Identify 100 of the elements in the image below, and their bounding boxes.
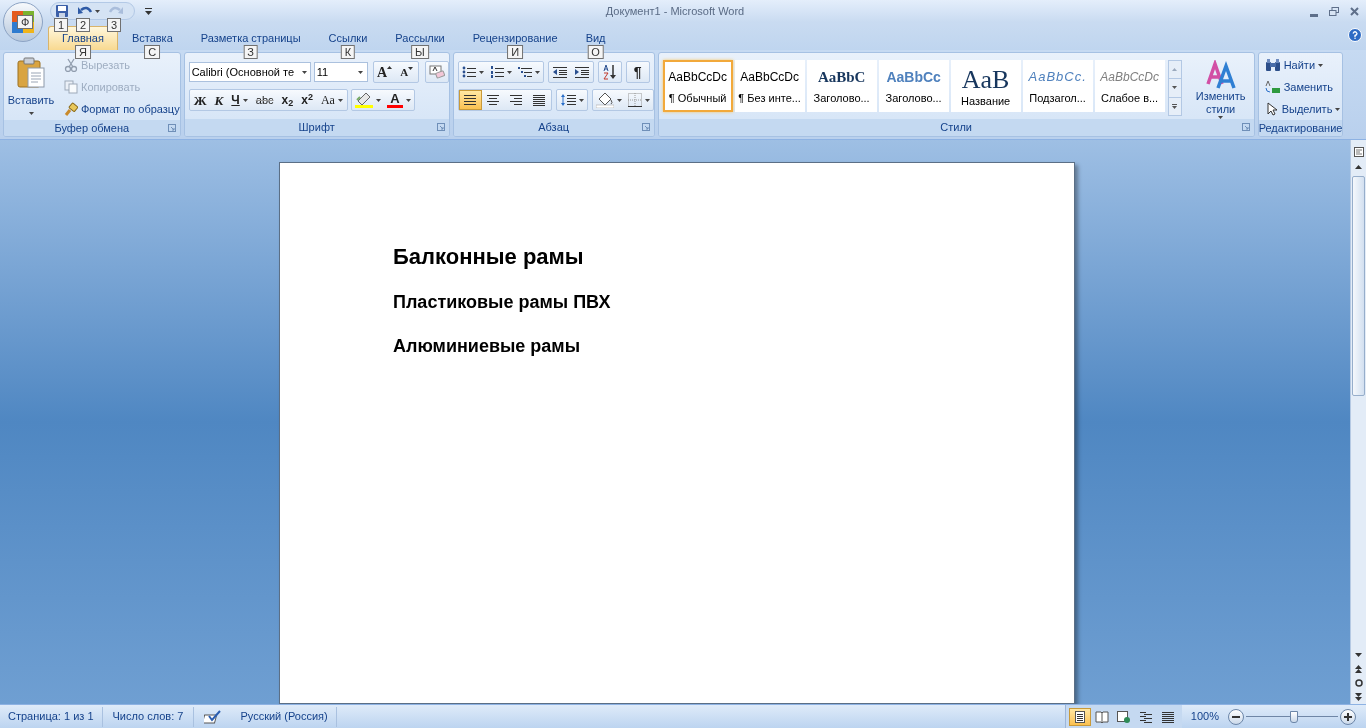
clear-formatting-button[interactable] <box>424 61 449 83</box>
more-icon <box>1172 103 1178 109</box>
style-item[interactable]: AaBbC Заголово... <box>806 60 877 112</box>
binoculars-icon <box>1264 58 1281 72</box>
zoom-in-button[interactable] <box>1340 708 1356 725</box>
style-item[interactable]: AaBbCc. Подзагол... <box>1022 60 1093 112</box>
replace-icon <box>1264 80 1281 94</box>
format-button[interactable]: Aa <box>316 90 347 110</box>
caret-icon <box>616 98 622 102</box>
format-button[interactable]: К <box>210 90 228 110</box>
line-spacing-icon <box>559 93 576 107</box>
quick-access-button[interactable] <box>53 4 71 18</box>
format-button[interactable]: Ж <box>189 90 211 110</box>
font-name-field[interactable]: Calibri (Основной те <box>188 62 311 82</box>
up-arrow-icon <box>1172 68 1178 72</box>
style-item[interactable]: AaBbCcDc ¶ Без инте... <box>734 60 805 112</box>
key-tip: И <box>507 44 524 59</box>
ruler-icon <box>1353 147 1364 157</box>
up-caret-icon <box>387 66 393 69</box>
format-button[interactable]: x$^{2}$ <box>297 90 317 110</box>
style-item[interactable]: AaBbCcDc ¶ Обычный <box>662 60 733 112</box>
up-arrow-icon <box>1355 165 1362 169</box>
double-up-arrow-icon <box>1355 665 1362 673</box>
caret-icon <box>357 70 363 74</box>
scrollbar-thumb[interactable] <box>1352 176 1365 396</box>
shrink-font-button[interactable]: A <box>395 62 418 82</box>
bullets-icon <box>461 66 476 78</box>
web-page-icon <box>1116 710 1131 723</box>
minimize-icon <box>1310 14 1318 17</box>
caret-icon <box>408 67 414 70</box>
caret-icon <box>337 98 343 102</box>
key-tip: Ы <box>411 44 429 59</box>
document-heading: Пластиковые рамы ПВХ <box>393 290 612 313</box>
editing-command[interactable]: Выделить <box>1264 98 1341 120</box>
key-tip: К <box>340 44 356 59</box>
restore-button[interactable] <box>1328 5 1340 17</box>
decrease-indent-icon <box>551 66 568 78</box>
help-icon <box>1352 31 1358 39</box>
caret-icon <box>506 70 512 74</box>
caret-icon <box>478 70 484 74</box>
justify-icon <box>532 94 547 106</box>
customize-toolbar-icon[interactable] <box>145 7 152 15</box>
caret-icon <box>145 7 152 15</box>
show-marks-button[interactable]: ¶ <box>625 61 650 83</box>
view-button[interactable] <box>1068 707 1091 726</box>
style-item[interactable]: AaB Название <box>950 60 1021 112</box>
vertical-scrollbar[interactable] <box>1350 140 1366 704</box>
editing-command[interactable]: Найти <box>1264 54 1341 76</box>
caret-icon <box>1318 63 1324 67</box>
paste-button[interactable]: Вставить <box>4 53 58 120</box>
line-spacing-button[interactable] <box>555 89 588 111</box>
zoom-slider-thumb[interactable] <box>1289 710 1298 723</box>
cursor-icon <box>1264 102 1279 116</box>
office-button[interactable]: Ф <box>3 2 43 42</box>
help-button[interactable] <box>1348 28 1362 42</box>
zoom-level[interactable]: 100% <box>1181 708 1228 725</box>
grow-font-button[interactable]: A <box>373 62 396 82</box>
group-label: Шрифт <box>298 120 335 136</box>
group-label: Редактирование <box>1258 121 1343 136</box>
copy-icon <box>64 80 78 94</box>
down-arrow-icon <box>1172 86 1178 90</box>
key-tip: 2 <box>76 17 91 32</box>
proofing-icon <box>204 709 223 724</box>
format-button[interactable]: x$_{2}$ <box>277 90 298 110</box>
caret-icon <box>578 98 584 102</box>
dialog-launcher-icon <box>167 124 176 132</box>
eraser-icon <box>428 65 445 79</box>
key-tip: Ф <box>17 15 34 29</box>
down-arrow-icon <box>1355 653 1362 657</box>
color-bar-icon <box>386 105 403 108</box>
scissors-icon <box>64 58 78 72</box>
paintbrush-icon <box>64 102 78 116</box>
sort-icon <box>601 64 618 80</box>
dialog-launcher-icon <box>1241 123 1250 131</box>
style-item[interactable]: AaBbCcDc Слабое в... <box>1094 60 1165 112</box>
sort-button[interactable] <box>597 61 622 83</box>
document-heading: Балконные рамы <box>393 243 585 271</box>
clipboard-command[interactable]: Формат по образцу <box>64 98 180 120</box>
close-button[interactable] <box>1348 5 1360 17</box>
zoom-out-button[interactable] <box>1228 708 1244 725</box>
zoom-slider[interactable] <box>1246 708 1338 725</box>
font-size-field[interactable]: 11 <box>313 62 368 82</box>
caret-icon <box>375 98 381 102</box>
circle-icon <box>1354 679 1363 687</box>
language-indicator[interactable]: Русский (Россия) <box>232 708 336 725</box>
caret-icon <box>1335 107 1341 111</box>
increase-indent-icon <box>573 66 590 78</box>
align-button[interactable] <box>458 90 482 110</box>
document-page[interactable]: Балконные рамы Пластиковые рамы ПВХ Алюминиевые рамы <box>279 162 1075 704</box>
word-count[interactable]: Число слов: 7 <box>102 708 194 725</box>
change-styles-button[interactable]: Изменить стили <box>1187 60 1254 119</box>
caret-icon <box>301 70 307 74</box>
editing-command[interactable]: Заменить <box>1264 76 1341 98</box>
caret-icon <box>405 98 411 102</box>
multilevel-list-icon <box>517 66 532 78</box>
view-ruler-button[interactable] <box>1351 144 1366 160</box>
style-item[interactable]: AaBbCc Заголово... <box>878 60 949 112</box>
page-count[interactable]: Страница: 1 из 1 <box>0 708 102 725</box>
font-color-button[interactable]: A <box>383 90 414 110</box>
format-button[interactable]: Ч <box>227 90 252 110</box>
